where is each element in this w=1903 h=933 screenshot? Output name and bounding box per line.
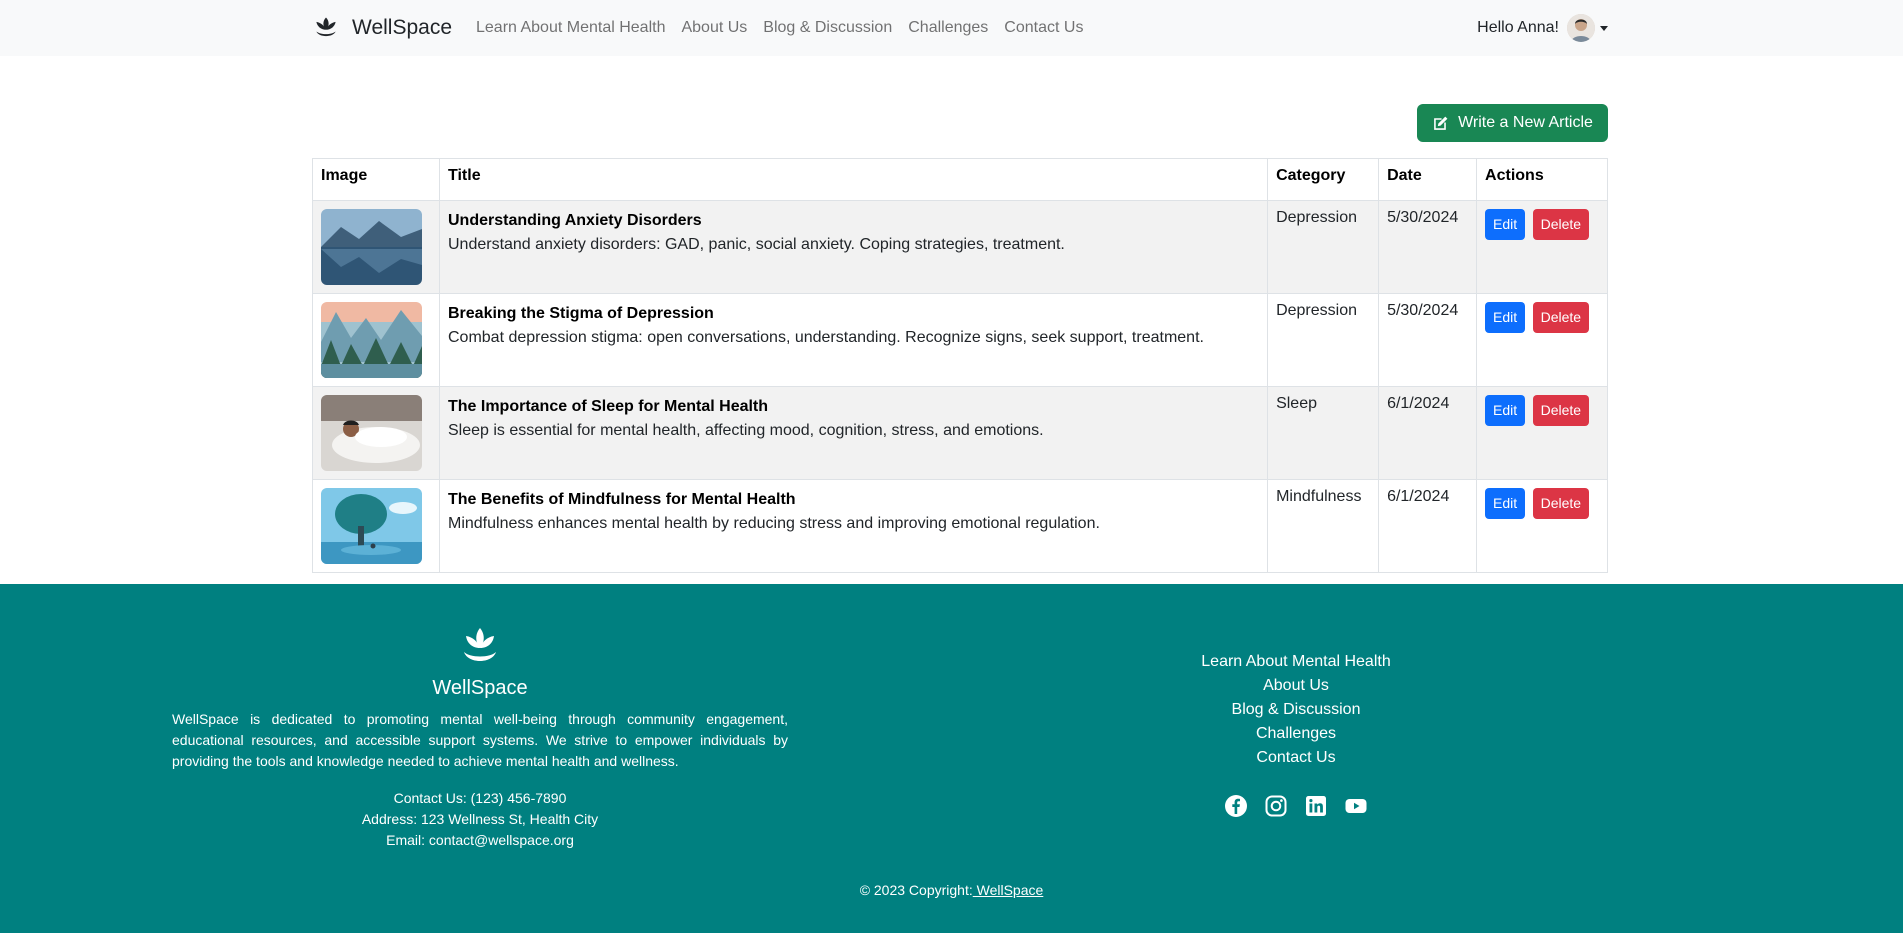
image-cell [312,386,440,480]
copyright: © 2023 Copyright: WellSpace [0,882,1903,898]
date-cell: 6/1/2024 [1378,386,1478,480]
table-row: The Benefits of Mindfulness for Mental H… [312,479,1608,573]
category-cell: Depression [1267,200,1380,294]
article-description: Understand anxiety disorders: GAD, panic… [447,236,1065,253]
footer-link-contact[interactable]: Contact Us [1100,746,1492,770]
nav-link-mental-health[interactable]: Learn About Mental Health [476,19,665,37]
instagram-icon[interactable] [1264,794,1288,818]
actions-cell: Edit Delete [1476,200,1608,294]
articles-table: Image Title Category Date Actions Unders… [312,158,1608,573]
article-description: Combat depression stigma: open conversat… [447,329,1204,346]
header-actions: Actions [1476,158,1608,201]
footer-links-section: Learn About Mental Health About Us Blog … [1100,650,1492,818]
category-cell: Sleep [1267,386,1380,480]
copyright-text: © 2023 Copyright: [859,882,973,898]
nav-link-blog[interactable]: Blog & Discussion [763,19,892,37]
footer-link-challenges[interactable]: Challenges [1100,722,1492,746]
category-cell: Mindfulness [1267,479,1380,573]
footer-brand: WellSpace [432,677,528,699]
actions-cell: Edit Delete [1476,386,1608,480]
nav-link-challenges[interactable]: Challenges [908,19,988,37]
footer-description: WellSpace is dedicated to promoting ment… [172,711,788,769]
article-title[interactable]: The Importance of Sleep for Mental Healt… [448,395,1259,419]
edit-button[interactable]: Edit [1485,488,1526,519]
article-title[interactable]: Understanding Anxiety Disorders [448,209,1259,233]
nav-link-contact[interactable]: Contact Us [1004,19,1083,37]
footer-phone: Contact Us: (123) 456-7890 [393,790,567,806]
table-row: Breaking the Stigma of Depression Combat… [312,293,1608,387]
footer-link-blog[interactable]: Blog & Discussion [1100,698,1492,722]
image-cell [312,293,440,387]
copyright-link[interactable]: WellSpace [973,882,1044,898]
footer-address: Address: 123 Wellness St, Health City [361,811,599,827]
social-links [1100,794,1492,818]
date-cell: 5/30/2024 [1378,200,1478,294]
article-description: Mindfulness enhances mental health by re… [447,515,1100,532]
edit-button[interactable]: Edit [1485,209,1526,240]
title-cell: The Importance of Sleep for Mental Healt… [438,386,1269,480]
table-row: The Importance of Sleep for Mental Healt… [312,386,1608,480]
article-thumbnail-tree [321,488,422,564]
image-cell [312,200,440,294]
avatar[interactable] [1567,14,1595,42]
edit-button[interactable]: Edit [1485,395,1526,426]
footer-email: Email: contact@wellspace.org [386,832,574,848]
linkedin-icon[interactable] [1304,794,1328,818]
footer: WellSpace WellSpace is dedicated to prom… [0,584,1903,933]
delete-button[interactable]: Delete [1532,209,1590,240]
nav-link-about[interactable]: About Us [681,19,747,37]
article-description: Sleep is essential for mental health, af… [447,422,1044,439]
header-title: Title [438,158,1269,201]
date-cell: 6/1/2024 [1378,479,1478,573]
image-cell [312,479,440,573]
article-title[interactable]: Breaking the Stigma of Depression [448,302,1259,326]
table-row: Understanding Anxiety Disorders Understa… [312,200,1608,294]
lotus-logo-icon [464,628,496,661]
dropdown-caret-icon[interactable] [1600,25,1608,31]
actions-cell: Edit Delete [1476,293,1608,387]
lotus-logo-icon [316,17,336,37]
footer-about-section: WellSpace WellSpace is dedicated to prom… [172,626,788,851]
youtube-icon[interactable] [1344,794,1368,818]
article-thumbnail-sleep [321,395,422,471]
footer-link-mental-health[interactable]: Learn About Mental Health [1100,650,1492,674]
brand-link[interactable]: WellSpace [312,14,452,42]
delete-button[interactable]: Delete [1532,395,1590,426]
article-title[interactable]: The Benefits of Mindfulness for Mental H… [448,488,1259,512]
edit-icon [1434,116,1448,130]
header-image: Image [312,158,440,201]
title-cell: The Benefits of Mindfulness for Mental H… [438,479,1269,573]
navbar: WellSpace Learn About Mental Health Abou… [0,0,1903,56]
brand-name: WellSpace [352,16,452,39]
article-thumbnail-lake [321,209,422,285]
delete-button[interactable]: Delete [1532,488,1590,519]
category-cell: Depression [1267,293,1380,387]
facebook-icon[interactable] [1224,794,1248,818]
footer-contact-info: Contact Us: (123) 456-7890 Address: 123 … [172,788,788,851]
article-thumbnail-forest [321,302,422,378]
title-cell: Understanding Anxiety Disorders Understa… [438,200,1269,294]
write-article-label: Write a New Article [1458,114,1593,131]
user-menu[interactable]: Hello Anna! [1477,14,1608,42]
title-cell: Breaking the Stigma of Depression Combat… [438,293,1269,387]
user-greeting: Hello Anna! [1477,19,1559,36]
table-header-row: Image Title Category Date Actions [312,158,1608,201]
footer-link-about[interactable]: About Us [1100,674,1492,698]
actions-cell: Edit Delete [1476,479,1608,573]
header-date: Date [1378,158,1478,201]
nav-links: Learn About Mental Health About Us Blog … [476,19,1099,37]
edit-button[interactable]: Edit [1485,302,1526,333]
navbar-container: WellSpace Learn About Mental Health Abou… [312,0,1608,56]
write-article-button[interactable]: Write a New Article [1417,104,1608,142]
delete-button[interactable]: Delete [1532,302,1590,333]
date-cell: 5/30/2024 [1378,293,1478,387]
header-category: Category [1267,158,1380,201]
